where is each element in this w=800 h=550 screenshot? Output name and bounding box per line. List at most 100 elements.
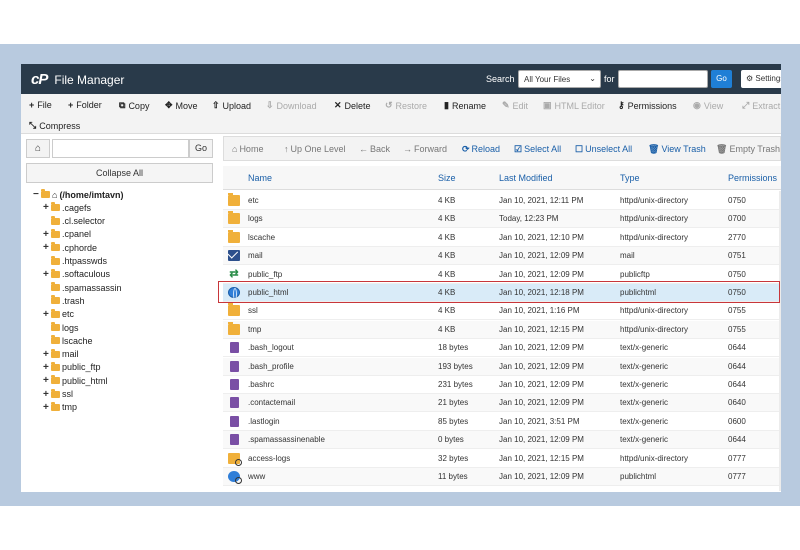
file-row[interactable]: .lastlogin 85 bytes Jan 10, 2021, 3:51 PM t… bbox=[223, 413, 781, 431]
path-input[interactable] bbox=[52, 139, 189, 158]
delete-button[interactable]: ✕ Delete bbox=[334, 100, 371, 111]
home-icon[interactable]: ⌂ bbox=[26, 139, 50, 158]
expand-icon[interactable]: + bbox=[43, 242, 51, 253]
html-editor-button[interactable]: ▣ HTML Editor bbox=[543, 100, 605, 111]
cell-name: mail bbox=[248, 251, 263, 261]
collapse-all-button[interactable]: Collapse All bbox=[26, 163, 213, 183]
expand-icon[interactable]: + bbox=[43, 389, 51, 400]
settings-button[interactable]: ⚙ Settings bbox=[741, 70, 781, 88]
expand-icon[interactable]: + bbox=[43, 309, 51, 320]
file-row[interactable]: mail 4 KB Jan 10, 2021, 12:09 PM mail 0751 bbox=[223, 247, 781, 266]
expand-icon[interactable]: + bbox=[43, 362, 51, 373]
cell-modified: Jan 10, 2021, 1:16 PM bbox=[499, 306, 580, 316]
tree-item[interactable]: + ssl bbox=[43, 388, 73, 401]
cell-modified: Jan 10, 2021, 12:09 PM bbox=[499, 269, 584, 279]
column-permissions[interactable]: Permissions bbox=[728, 173, 777, 183]
restore-icon: ↺ bbox=[385, 100, 393, 110]
column-last-modified[interactable]: Last Modified bbox=[499, 173, 553, 183]
tree-item[interactable]: + public_html bbox=[43, 374, 108, 387]
cell-modified: Jan 10, 2021, 12:09 PM bbox=[499, 435, 584, 445]
rename-button[interactable]: ▮ Rename bbox=[444, 100, 486, 111]
compress-button[interactable]: ⤡ Compress bbox=[29, 120, 80, 131]
view-trash-button[interactable]: 🗑 View Trash bbox=[648, 144, 706, 155]
file-row[interactable]: lscache 4 KB Jan 10, 2021, 12:10 PM httpd/u… bbox=[223, 229, 781, 247]
cell-modified: Jan 10, 2021, 12:15 PM bbox=[499, 324, 584, 334]
tree-item[interactable]: + public_ftp bbox=[43, 361, 101, 374]
collapse-icon[interactable]: − bbox=[33, 189, 41, 200]
tree-item[interactable]: .trash bbox=[43, 294, 85, 307]
nav-reload-button[interactable]: ⟳ Reload bbox=[462, 144, 500, 155]
tree-item[interactable]: .spamassassin bbox=[43, 281, 122, 294]
file-row[interactable]: tmp 4 KB Jan 10, 2021, 12:15 PM httpd/unix-… bbox=[223, 320, 781, 339]
file-row[interactable]: .bashrc 231 bytes Jan 10, 2021, 12:09 PM te… bbox=[223, 376, 781, 394]
tree-item[interactable]: + .softaculous bbox=[43, 268, 110, 281]
for-label: for bbox=[604, 74, 615, 84]
folder-icon bbox=[51, 268, 60, 278]
expand-icon[interactable]: + bbox=[43, 269, 51, 280]
move-button[interactable]: ✥ Move bbox=[165, 100, 198, 111]
expand-icon[interactable]: + bbox=[43, 229, 51, 240]
column-size[interactable]: Size bbox=[438, 173, 456, 183]
expand-icon[interactable]: + bbox=[43, 402, 51, 413]
folder-icon bbox=[51, 308, 60, 318]
restore-button[interactable]: ↺ Restore bbox=[385, 100, 427, 111]
nav-reload-label: Reload bbox=[471, 144, 501, 154]
view-trash-label: View Trash bbox=[661, 144, 706, 154]
view-button[interactable]: ◉ View bbox=[693, 100, 723, 111]
file-row[interactable]: .contactemail 21 bytes Jan 10, 2021, 12:09… bbox=[223, 394, 781, 413]
expand-icon[interactable]: + bbox=[43, 375, 51, 386]
nav-up-one-level-button[interactable]: ↑ Up One Level bbox=[284, 144, 346, 154]
search-scope-select[interactable]: All Your Files ⌄ bbox=[518, 70, 601, 88]
permissions-button[interactable]: ⚷ Permissions bbox=[618, 100, 677, 111]
empty-trash-button[interactable]: 🗑 Empty Trash bbox=[716, 144, 780, 155]
file-row[interactable]: logs 4 KB Today, 12:23 PM httpd/unix-direct… bbox=[223, 210, 781, 229]
tree-item[interactable]: lscache bbox=[43, 334, 93, 347]
expand-icon[interactable]: + bbox=[43, 202, 51, 213]
nav-forward-button[interactable]: → Forward bbox=[403, 144, 447, 154]
file-row[interactable]: access-logs 32 bytes Jan 10, 2021, 12:15 P… bbox=[223, 450, 781, 468]
tree-item[interactable]: + .cpanel bbox=[43, 228, 91, 241]
file-row[interactable]: .spamassassinenable 0 bytes Jan 10, 2021, … bbox=[223, 431, 781, 450]
file-icon: ▮ bbox=[444, 100, 449, 110]
column-name[interactable]: Name bbox=[248, 173, 272, 183]
file-row[interactable]: ssl 4 KB Jan 10, 2021, 1:16 PM httpd/unix-d… bbox=[223, 302, 781, 321]
edit-button[interactable]: ✎ Edit bbox=[502, 100, 528, 111]
tree-item[interactable]: + .cagefs bbox=[43, 201, 91, 214]
new-folder-button[interactable]: + Folder bbox=[68, 100, 102, 110]
unselect-all-button[interactable]: ☐ Unselect All bbox=[575, 144, 632, 155]
path-go-button[interactable]: Go bbox=[189, 139, 213, 158]
file-row[interactable]: etc 4 KB Jan 10, 2021, 12:11 PM httpd/unix-… bbox=[223, 192, 781, 210]
nav-back-button[interactable]: ← Back bbox=[359, 144, 390, 154]
download-button[interactable]: ⇩ Download bbox=[266, 100, 317, 111]
tree-item[interactable]: + mail bbox=[43, 348, 79, 361]
plus-icon: + bbox=[68, 100, 74, 110]
tree-item[interactable]: − ⌂ (/home/imtavn) bbox=[33, 188, 123, 201]
vertical-scrollbar[interactable] bbox=[779, 191, 781, 491]
column-type[interactable]: Type bbox=[620, 173, 640, 183]
tree-item[interactable]: + tmp bbox=[43, 401, 77, 414]
select-all-button[interactable]: ☑ Select All bbox=[514, 144, 561, 155]
search-input[interactable] bbox=[618, 70, 708, 88]
html-editor-label: HTML Editor bbox=[554, 100, 605, 111]
cell-modified: Jan 10, 2021, 12:09 PM bbox=[499, 380, 584, 389]
file-row[interactable]: .bash_profile 193 bytes Jan 10, 2021, 12:0… bbox=[223, 357, 781, 376]
tree-item[interactable]: + etc bbox=[43, 308, 74, 321]
tree-item-label: ssl bbox=[62, 389, 73, 399]
tree-item[interactable]: .htpasswds bbox=[43, 255, 107, 268]
tree-item[interactable]: logs bbox=[43, 321, 79, 334]
arrow-up-icon: ↑ bbox=[284, 144, 289, 154]
search-scope-value: All Your Files bbox=[524, 75, 571, 84]
file-row[interactable]: .bash_logout 18 bytes Jan 10, 2021, 12:09 … bbox=[223, 339, 781, 358]
tree-item[interactable]: + .cphorde bbox=[43, 241, 97, 254]
tree-item[interactable]: .cl.selector bbox=[43, 215, 105, 228]
expand-icon[interactable]: + bbox=[43, 349, 51, 360]
download-icon: ⇩ bbox=[266, 100, 274, 110]
nav-home-button[interactable]: ⌂ Home bbox=[232, 144, 263, 154]
cell-perms: 0644 bbox=[728, 380, 746, 389]
extract-button[interactable]: ⤢ Extract bbox=[742, 100, 780, 111]
file-row[interactable]: www 11 bytes Jan 10, 2021, 12:09 PM publich… bbox=[223, 468, 781, 486]
copy-button[interactable]: ⧉ Copy bbox=[119, 100, 149, 111]
upload-button[interactable]: ⇧ Upload bbox=[212, 100, 251, 111]
search-go-button[interactable]: Go bbox=[711, 70, 732, 88]
new-file-button[interactable]: + File bbox=[29, 100, 52, 110]
